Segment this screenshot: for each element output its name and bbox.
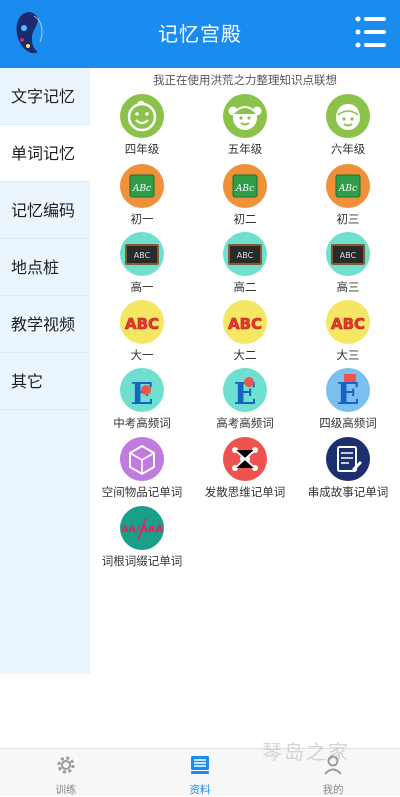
- grid-item-label: 六年级: [330, 142, 366, 156]
- document-edit-icon: [326, 437, 370, 481]
- aa-letters-icon: AA/AAA: [120, 506, 164, 550]
- grid-item-divergent-thinking[interactable]: 发散思维记单词: [193, 437, 297, 500]
- svg-text:ABc: ABc: [338, 184, 357, 194]
- letter-e-icon: E: [120, 368, 164, 412]
- watermark-text: 琴岛之家: [262, 740, 350, 764]
- tab-label: 资料: [189, 784, 211, 796]
- page-title: 记忆宫殿: [158, 22, 242, 46]
- boy-face-icon: [326, 94, 370, 138]
- girl-face-icon: [223, 94, 267, 138]
- grid-item-label: 串成故事记单词: [307, 485, 389, 499]
- letter-e-icon: E: [223, 368, 267, 412]
- grid-item-grade5[interactable]: 五年级: [193, 94, 297, 157]
- tab-label: 我的: [322, 784, 344, 796]
- grid-item-label: 初三: [336, 212, 360, 226]
- letter-e-icon: E: [326, 368, 370, 412]
- grid-item-gaokao-words[interactable]: E 高考高频词: [193, 368, 297, 431]
- book-stack-icon: [191, 756, 209, 774]
- category-sidebar: 文字记忆 单词记忆 记忆编码 地点桩 教学视频 其它: [0, 68, 90, 674]
- svg-text:ABC: ABC: [134, 251, 151, 260]
- svg-text:ABC: ABC: [237, 251, 254, 260]
- grid-item-label: 高二: [233, 280, 257, 294]
- grid-item-grade4[interactable]: 四年级: [90, 94, 194, 157]
- abc-letters-icon: ABC: [326, 300, 370, 344]
- grid-item-label: 大一: [130, 348, 154, 362]
- cube-icon: [120, 437, 164, 481]
- tab-materials[interactable]: 资料: [160, 753, 240, 797]
- grid-item-college1[interactable]: ABC 大一: [90, 300, 194, 363]
- gear-icon: [57, 756, 75, 774]
- grid-item-story-chain[interactable]: 串成故事记单词: [296, 437, 400, 500]
- grid-item-label: 大三: [336, 348, 360, 362]
- grid-item-junior1[interactable]: ABc 初一: [90, 164, 194, 227]
- grid-item-label: 高考高频词: [216, 416, 274, 430]
- network-icon: [223, 437, 267, 481]
- abc-letters-icon: ABC: [223, 300, 267, 344]
- blackboard-abc-icon: ABC: [326, 232, 370, 276]
- grid-item-label: 词根词缀记单词: [101, 554, 183, 568]
- grid-item-label: 大二: [233, 348, 257, 362]
- green-board-abc-icon: ABc: [120, 164, 164, 208]
- green-board-abc-icon: ABc: [326, 164, 370, 208]
- sidebar-item-location-peg[interactable]: 地点桩: [0, 239, 90, 296]
- green-board-abc-icon: ABc: [223, 164, 267, 208]
- grid-item-junior3[interactable]: ABc 初三: [296, 164, 400, 227]
- svg-text:E: E: [131, 377, 154, 412]
- grid-item-college3[interactable]: ABC 大三: [296, 300, 400, 363]
- sidebar-item-teaching-video[interactable]: 教学视频: [0, 296, 90, 353]
- sidebar-item-memory-code[interactable]: 记忆编码: [0, 182, 90, 239]
- tab-label: 训练: [55, 784, 77, 796]
- smiley-face-icon: [120, 94, 164, 138]
- svg-text:ABC: ABC: [125, 315, 159, 333]
- svg-text:E: E: [337, 377, 360, 412]
- app-header: 记忆宫殿: [0, 0, 400, 68]
- grid-item-cet4-words[interactable]: E 四级高频词: [296, 368, 400, 431]
- grid-item-label: 初二: [233, 212, 257, 226]
- grid-item-label: 中考高频词: [113, 416, 171, 430]
- grid-item-space-objects[interactable]: 空间物品记单词: [90, 437, 194, 500]
- grid-item-label: 初一: [130, 212, 154, 226]
- svg-text:ABc: ABc: [132, 184, 151, 194]
- grid-item-college2[interactable]: ABC 大二: [193, 300, 297, 363]
- grid-item-label: 四级高频词: [319, 416, 377, 430]
- grid-item-label: 发散思维记单词: [204, 485, 286, 499]
- svg-text:ABC: ABC: [228, 315, 262, 333]
- sidebar-item-other[interactable]: 其它: [0, 353, 90, 410]
- grid-item-junior2[interactable]: ABc 初二: [193, 164, 297, 227]
- grid-item-root-affix[interactable]: AA/AAA 词根词缀记单词: [90, 506, 194, 569]
- tab-training[interactable]: 训练: [26, 753, 106, 797]
- grid-item-label: 空间物品记单词: [101, 485, 183, 499]
- svg-text:ABC: ABC: [331, 315, 365, 333]
- grid-item-senior2[interactable]: ABC 高二: [193, 232, 297, 295]
- sidebar-item-word-memory[interactable]: 单词记忆: [0, 125, 90, 182]
- grid-item-label: 高一: [130, 280, 154, 294]
- sidebar-item-text-memory[interactable]: 文字记忆: [0, 68, 90, 125]
- grid-item-senior3[interactable]: ABC 高三: [296, 232, 400, 295]
- svg-text:ABc: ABc: [235, 184, 254, 194]
- grid-item-grade6[interactable]: 六年级: [296, 94, 400, 157]
- grid-item-label: 五年级: [227, 142, 263, 156]
- notice-text: 我正在使用洪荒之力整理知识点联想: [153, 73, 337, 87]
- grid-item-senior1[interactable]: ABC 高一: [90, 232, 194, 295]
- abc-letters-icon: ABC: [120, 300, 164, 344]
- grid-item-zhongkao-words[interactable]: E 中考高频词: [90, 368, 194, 431]
- blackboard-abc-icon: ABC: [223, 232, 267, 276]
- grid-item-label: 四年级: [124, 142, 160, 156]
- grid-item-label: 高三: [336, 280, 360, 294]
- svg-text:ABC: ABC: [340, 251, 357, 260]
- list-menu-icon[interactable]: [354, 14, 388, 50]
- blackboard-abc-icon: ABC: [120, 232, 164, 276]
